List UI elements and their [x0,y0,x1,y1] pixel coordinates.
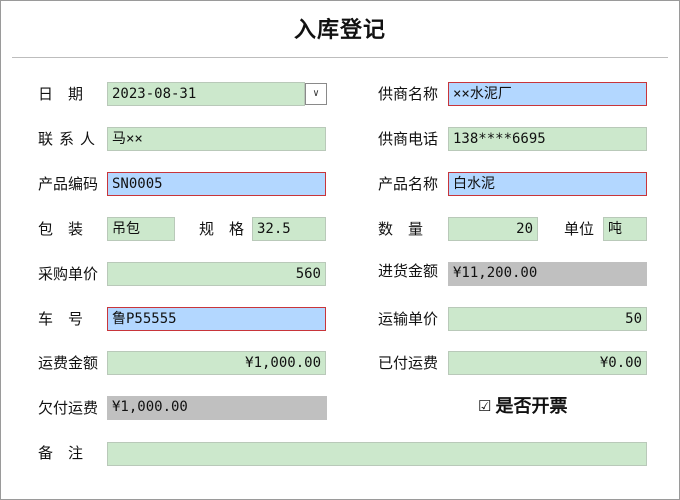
date-label: 日 期 [38,85,84,103]
invoice-label: 是否开票 [495,396,568,417]
supplier-phone-input[interactable]: 138****6695 [448,127,647,151]
paid-freight-input[interactable]: ¥0.00 [448,351,647,375]
invoice-checkbox[interactable]: ☑ 是否开票 [478,393,567,419]
supplier-phone-label: 供商电话 [378,130,439,148]
vehicle-input[interactable]: 鲁P55555 [107,307,326,331]
freight-amount-input[interactable]: ¥1,000.00 [107,351,326,375]
remark-label: 备 注 [38,444,84,462]
freight-price-input[interactable]: 50 [448,307,647,331]
remark-input[interactable] [107,442,647,466]
unpaid-freight-label: 欠付运费 [38,399,99,417]
stock-amount-value: ¥11,200.00 [448,262,647,286]
supplier-name-input[interactable]: ××水泥厂 [448,82,647,106]
supplier-name-label: 供商名称 [378,85,439,103]
page-title: 入库登记 [293,17,386,43]
contact-label: 联系人 [38,130,102,148]
chevron-down-icon: ∨ [312,88,320,99]
packaging-label: 包 装 [38,220,84,238]
purchase-price-input[interactable]: 560 [107,262,326,286]
freight-price-label: 运输单价 [378,310,439,328]
freight-amount-label: 运费金额 [38,354,99,372]
title-divider [12,57,668,58]
packaging-input[interactable]: 吊包 [107,217,175,241]
quantity-label: 数 量 [378,220,424,238]
product-name-label: 产品名称 [378,175,439,193]
date-dropdown[interactable]: ∨ [305,83,327,105]
vehicle-label: 车 号 [38,310,84,328]
paid-freight-label: 已付运费 [378,354,439,372]
stock-amount-label: 进货金额 [378,262,439,280]
product-name-input[interactable]: 白水泥 [448,172,647,196]
product-code-label: 产品编码 [38,175,99,193]
contact-input[interactable]: 马×× [107,127,326,151]
date-input[interactable]: 2023-08-31 [107,82,305,106]
unpaid-freight-value: ¥1,000.00 [107,396,327,420]
unit-label: 单位 [564,220,595,238]
spec-label: 规 格 [199,220,245,238]
purchase-price-label: 采购单价 [38,265,99,283]
unit-input[interactable]: 吨 [603,217,647,241]
product-code-input[interactable]: SN0005 [107,172,326,196]
form-window [0,0,680,500]
quantity-input[interactable]: 20 [448,217,538,241]
checkbox-checked-icon: ☑ [478,397,492,415]
spec-input[interactable]: 32.5 [252,217,326,241]
